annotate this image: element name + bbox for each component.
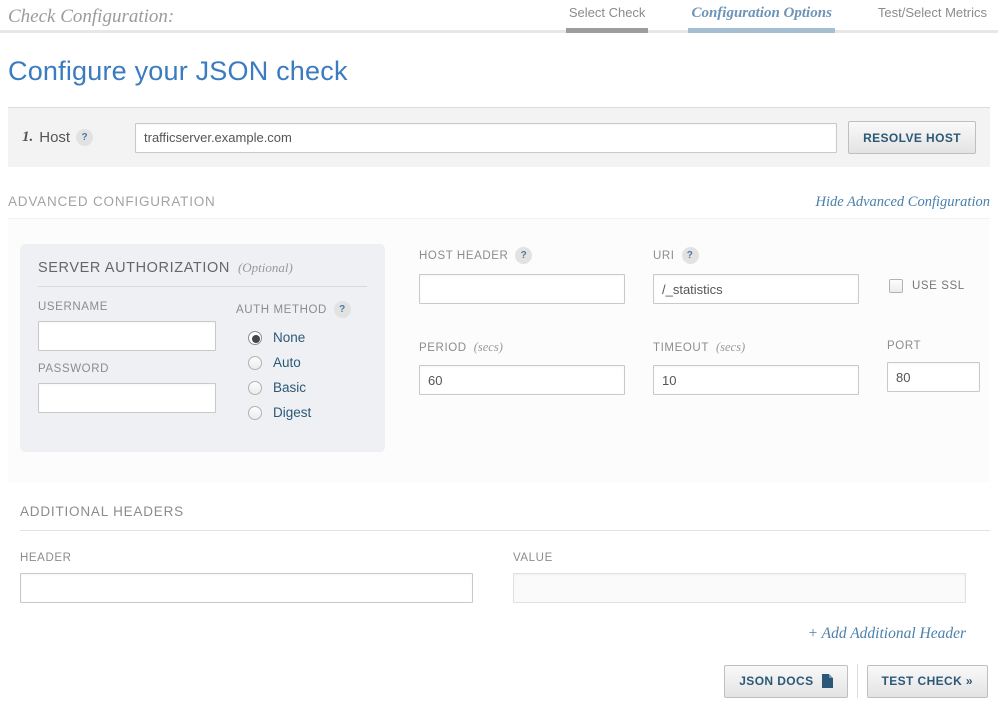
host-header-label: HOST HEADER bbox=[419, 250, 508, 262]
uri-field: URI ? bbox=[653, 247, 859, 304]
tab-select-check[interactable]: Select Check bbox=[566, 0, 649, 30]
radio-label: Auto bbox=[273, 355, 301, 370]
server-auth-title-row: SERVER AUTHORIZATION (Optional) bbox=[38, 260, 367, 276]
host-input[interactable] bbox=[135, 123, 837, 153]
use-ssl-label: USE SSL bbox=[912, 280, 965, 292]
radio-button-icon bbox=[248, 406, 262, 420]
period-label: PERIOD bbox=[419, 342, 467, 354]
header-name-field: HEADER bbox=[20, 552, 473, 603]
wizard-header: Check Configuration: Select Check Config… bbox=[0, 0, 998, 33]
resolve-host-button[interactable]: RESOLVE HOST bbox=[848, 121, 976, 154]
header-label: HEADER bbox=[20, 552, 473, 564]
auth-method-radio-auto[interactable]: Auto bbox=[248, 355, 367, 370]
timeout-label: TIMEOUT bbox=[653, 342, 709, 354]
host-label: Host bbox=[39, 129, 70, 146]
divider bbox=[38, 286, 367, 287]
advanced-configuration-header: ADVANCED CONFIGURATION Hide Advanced Con… bbox=[8, 194, 990, 211]
port-input[interactable] bbox=[887, 362, 980, 392]
header-value-input[interactable] bbox=[513, 573, 966, 603]
radio-label: None bbox=[273, 330, 305, 345]
host-help-icon[interactable]: ? bbox=[76, 129, 93, 146]
use-ssl-checkbox[interactable] bbox=[889, 279, 903, 293]
auth-method-label: AUTH METHOD bbox=[236, 304, 327, 316]
radio-button-icon bbox=[248, 381, 262, 395]
host-section: 1. Host ? RESOLVE HOST bbox=[8, 107, 990, 167]
page-breadcrumb: Check Configuration: bbox=[8, 0, 174, 28]
advanced-fields: HOST HEADER ? URI ? USE SSL PERIOD bbox=[419, 244, 980, 452]
server-authorization-box: SERVER AUTHORIZATION (Optional) USERNAME… bbox=[20, 244, 385, 452]
period-unit: (secs) bbox=[474, 340, 503, 355]
tab-underline bbox=[688, 28, 834, 33]
username-label: USERNAME bbox=[38, 301, 216, 313]
tab-label: Test/Select Metrics bbox=[875, 5, 990, 28]
auth-credentials-column: USERNAME PASSWORD bbox=[38, 301, 216, 430]
value-label: VALUE bbox=[513, 552, 966, 564]
radio-button-icon bbox=[248, 356, 262, 370]
tab-underline bbox=[875, 28, 990, 33]
auth-method-label-row: AUTH METHOD ? bbox=[236, 301, 367, 318]
tab-test-select-metrics[interactable]: Test/Select Metrics bbox=[875, 0, 990, 30]
server-auth-title: SERVER AUTHORIZATION bbox=[38, 260, 230, 276]
json-docs-label: JSON DOCS bbox=[739, 674, 813, 688]
host-header-help-icon[interactable]: ? bbox=[515, 247, 532, 264]
additional-headers-title: ADDITIONAL HEADERS bbox=[20, 504, 990, 519]
auth-method-radio-none[interactable]: None bbox=[248, 330, 367, 345]
wizard-tabs: Select Check Configuration Options Test/… bbox=[526, 0, 990, 30]
advanced-panel: SERVER AUTHORIZATION (Optional) USERNAME… bbox=[8, 218, 990, 482]
tab-label: Configuration Options bbox=[688, 5, 834, 28]
password-label: PASSWORD bbox=[38, 363, 216, 375]
divider bbox=[857, 664, 858, 698]
document-icon bbox=[822, 674, 833, 688]
json-docs-button[interactable]: JSON DOCS bbox=[724, 665, 847, 698]
page-title: Configure your JSON check bbox=[8, 56, 990, 87]
period-input[interactable] bbox=[419, 365, 625, 395]
uri-label-row: URI ? bbox=[653, 247, 859, 264]
host-header-label-row: HOST HEADER ? bbox=[419, 247, 625, 264]
additional-headers-section: ADDITIONAL HEADERS HEADER VALUE + Add Ad… bbox=[8, 504, 990, 643]
uri-help-icon[interactable]: ? bbox=[682, 247, 699, 264]
timeout-label-row: TIMEOUT (secs) bbox=[653, 340, 859, 355]
footer-actions: JSON DOCS TEST CHECK » bbox=[724, 664, 988, 698]
period-label-row: PERIOD (secs) bbox=[419, 340, 625, 355]
port-field: PORT bbox=[887, 340, 980, 392]
timeout-field: TIMEOUT (secs) bbox=[653, 340, 859, 395]
auth-method-column: AUTH METHOD ? None Auto Basic Dige bbox=[236, 301, 367, 430]
radio-label: Basic bbox=[273, 380, 306, 395]
host-label-group: 1. Host ? bbox=[22, 129, 135, 146]
header-value-field: VALUE bbox=[513, 552, 966, 603]
auth-method-radio-digest[interactable]: Digest bbox=[248, 405, 367, 420]
header-name-input[interactable] bbox=[20, 573, 473, 603]
radio-label: Digest bbox=[273, 405, 311, 420]
password-input[interactable] bbox=[38, 383, 216, 413]
port-label: PORT bbox=[887, 340, 980, 352]
period-field: PERIOD (secs) bbox=[419, 340, 625, 395]
divider bbox=[20, 530, 990, 531]
username-input[interactable] bbox=[38, 321, 216, 351]
step-number: 1. bbox=[22, 129, 33, 146]
hide-advanced-link[interactable]: Hide Advanced Configuration bbox=[815, 194, 990, 211]
timeout-unit: (secs) bbox=[716, 340, 745, 355]
timeout-input[interactable] bbox=[653, 365, 859, 395]
host-header-field: HOST HEADER ? bbox=[419, 247, 625, 304]
use-ssl-field[interactable]: USE SSL bbox=[889, 279, 965, 293]
tab-underline bbox=[566, 28, 649, 33]
auth-method-radio-basic[interactable]: Basic bbox=[248, 380, 367, 395]
auth-method-help-icon[interactable]: ? bbox=[334, 301, 351, 318]
optional-note: (Optional) bbox=[238, 260, 293, 276]
add-additional-header-link[interactable]: + Add Additional Header bbox=[808, 625, 966, 642]
uri-input[interactable] bbox=[653, 274, 859, 304]
advanced-section-title: ADVANCED CONFIGURATION bbox=[8, 194, 216, 209]
uri-label: URI bbox=[653, 250, 675, 262]
test-check-button[interactable]: TEST CHECK » bbox=[867, 665, 988, 698]
tab-configuration-options[interactable]: Configuration Options bbox=[688, 0, 834, 30]
host-header-input[interactable] bbox=[419, 274, 625, 304]
radio-button-icon bbox=[248, 331, 262, 345]
tab-label: Select Check bbox=[566, 5, 649, 28]
